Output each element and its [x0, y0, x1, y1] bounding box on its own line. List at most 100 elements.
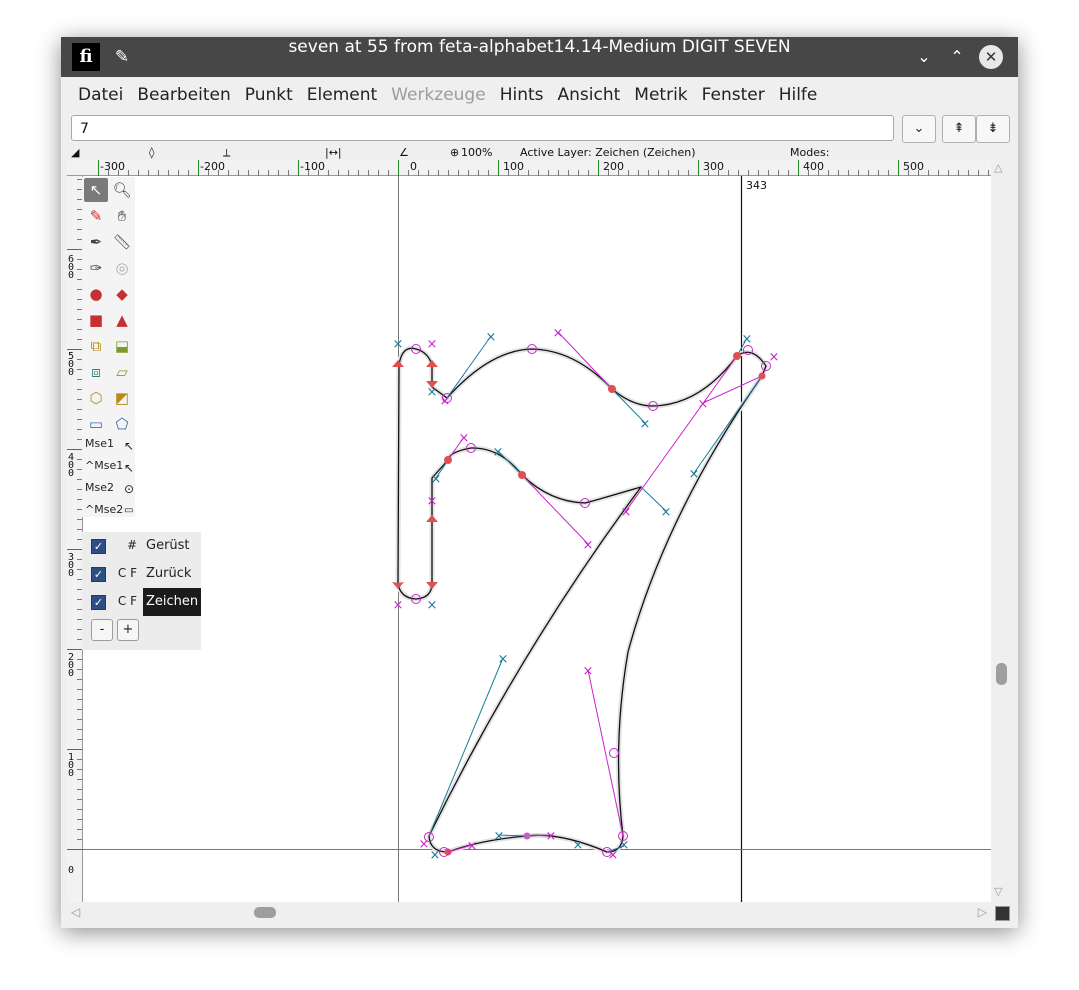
- zoom-level: 100%: [461, 146, 493, 159]
- maximize-icon[interactable]: ⌃: [945, 45, 969, 69]
- ruler-label-0v: 0: [68, 865, 74, 876]
- canvas-background: [67, 160, 991, 902]
- layers-panel: ✓ # Gerüst ✓ C F Zurück ✓ C F Zeichen - …: [82, 532, 202, 650]
- svg-text:×: ×: [583, 538, 594, 553]
- title-bar[interactable]: ﬁ ✎ seven at 55 from feta-alphabet14.14-…: [61, 37, 1018, 77]
- rotate-tool-icon[interactable]: ⬓: [110, 334, 134, 358]
- menu-hints[interactable]: Hints: [493, 85, 551, 105]
- menu-ansicht[interactable]: Ansicht: [551, 85, 628, 105]
- ruler-label-600: 600: [68, 254, 74, 281]
- close-icon[interactable]: ✕: [979, 45, 1003, 69]
- pointer-tool-icon[interactable]: ↖: [84, 178, 108, 202]
- svg-text:×: ×: [498, 652, 509, 667]
- menu-punkt[interactable]: Punkt: [238, 85, 300, 105]
- cursor-position-icon: ◢: [71, 146, 80, 159]
- tangent-point-tool-icon[interactable]: ▲: [110, 308, 134, 332]
- hv-curve-point-tool-icon[interactable]: ◆: [110, 282, 134, 306]
- layer-flags: #: [126, 538, 137, 552]
- curve-point-tool-icon[interactable]: ●: [84, 282, 108, 306]
- next-glyph-button[interactable]: ⇟: [976, 115, 1010, 143]
- corner-point-tool-icon[interactable]: ■: [84, 308, 108, 332]
- menu-fenster[interactable]: Fenster: [695, 85, 772, 105]
- skew-tool-icon[interactable]: ▱: [110, 360, 134, 384]
- svg-text:×: ×: [698, 397, 709, 412]
- freehand-tool-icon[interactable]: ✎: [84, 204, 108, 228]
- ruler-label-0: 0: [410, 160, 417, 173]
- previous-glyph-button[interactable]: ⇞: [942, 115, 976, 143]
- mse1-pointer-icon: ↖: [124, 439, 135, 453]
- layer-row-gerust[interactable]: ✓ # Gerüst: [82, 532, 201, 560]
- layer-visible-checkbox[interactable]: ✓: [91, 567, 106, 582]
- ruler-label-500: 500: [903, 160, 924, 173]
- scroll-left-icon[interactable]: ◁: [71, 905, 80, 919]
- glyph-name-field[interactable]: 7: [71, 115, 894, 141]
- scroll-right-icon[interactable]: ▷: [978, 905, 987, 919]
- ruler-label-m300: -300: [100, 160, 125, 173]
- flip-tool-icon[interactable]: ⧈: [84, 360, 108, 384]
- scroll-hand-tool-icon[interactable]: ✋︎: [110, 204, 134, 228]
- vertical-scrollbar[interactable]: △ ▽: [991, 160, 1011, 902]
- layer-name[interactable]: Zurück: [143, 560, 194, 588]
- menu-metrik[interactable]: Metrik: [627, 85, 694, 105]
- ruler-label-100: 100: [503, 160, 524, 173]
- point-position-icon: ◊: [149, 146, 155, 159]
- ruler-label-m200: -200: [200, 160, 225, 173]
- svg-text:×: ×: [742, 332, 753, 347]
- knife-tool-icon[interactable]: ✒: [84, 230, 108, 254]
- scroll-up-icon[interactable]: △: [994, 161, 1002, 174]
- width-icon: |↔|: [325, 146, 342, 159]
- layer-visible-checkbox[interactable]: ✓: [91, 595, 106, 610]
- svg-text:×: ×: [486, 330, 497, 345]
- pen-tool-icon[interactable]: ✑: [84, 256, 108, 280]
- glyph-canvas[interactable]: -300 -200 -100 0 100 200 300 400 500 600…: [67, 160, 991, 902]
- layer-row-zuruck[interactable]: ✓ C F Zurück: [82, 560, 201, 588]
- ruler-label-400v: 400: [68, 452, 74, 479]
- remove-layer-button[interactable]: -: [91, 619, 113, 641]
- svg-text:×: ×: [419, 837, 430, 852]
- ruler-tool-icon[interactable]: 📏︎: [110, 230, 134, 254]
- scroll-down-icon[interactable]: ▽: [994, 885, 1002, 898]
- svg-text:×: ×: [393, 337, 404, 352]
- polygon-tool-icon[interactable]: ⬠: [110, 412, 134, 436]
- menu-datei[interactable]: Datei: [71, 85, 130, 105]
- ruler-label-100v: 100: [68, 752, 74, 779]
- minimize-icon[interactable]: ⌄: [912, 45, 936, 69]
- layer-name-selected[interactable]: Zeichen: [143, 588, 202, 616]
- perspective-tool-icon[interactable]: ◩: [110, 386, 134, 410]
- svg-text:×: ×: [467, 839, 478, 854]
- corner-grip-icon[interactable]: [995, 906, 1010, 921]
- scale-tool-icon[interactable]: ⧉: [84, 334, 108, 358]
- vertical-scroll-thumb[interactable]: [996, 663, 1007, 685]
- menu-element[interactable]: Element: [300, 85, 384, 105]
- layer-name[interactable]: Gerüst: [143, 532, 193, 560]
- modes-label: Modes:: [790, 146, 830, 159]
- mse2-label: Mse2: [85, 481, 114, 494]
- 3d-rotate-tool-icon[interactable]: ⬡: [84, 386, 108, 410]
- svg-text:×: ×: [553, 326, 564, 341]
- ctrl-mse2-label: ^Mse2: [85, 503, 124, 516]
- glyph-dropdown-button[interactable]: ⌄: [902, 115, 936, 143]
- svg-text:×: ×: [427, 598, 438, 613]
- info-bar: ◢ ◊ ⟂ |↔| ∠ ⊕ 100% Active Layer: Zeichen…: [71, 146, 1013, 160]
- svg-text:×: ×: [621, 505, 632, 520]
- spiro-tool-icon[interactable]: ◎: [110, 256, 134, 280]
- svg-text:×: ×: [393, 598, 404, 613]
- magnify-tool-icon[interactable]: 🔍︎: [110, 178, 134, 202]
- ruler-label-500v: 500: [68, 351, 74, 378]
- svg-text:×: ×: [430, 848, 441, 863]
- horizontal-scroll-thumb[interactable]: [254, 907, 276, 918]
- svg-text:×: ×: [583, 664, 594, 679]
- advance-width-value: 343: [746, 179, 767, 192]
- ctrl-mse1-pointer-icon: ↖: [124, 461, 135, 475]
- svg-text:×: ×: [689, 467, 700, 482]
- add-layer-button[interactable]: +: [117, 619, 139, 641]
- menu-bearbeiten[interactable]: Bearbeiten: [130, 85, 237, 105]
- horizontal-scrollbar[interactable]: ◁ ▷: [67, 902, 991, 922]
- menu-hilfe[interactable]: Hilfe: [772, 85, 825, 105]
- ruler-label-300: 300: [703, 160, 724, 173]
- ruler-label-400: 400: [803, 160, 824, 173]
- tool-palette: ↖ 🔍︎ ✎ ✋︎ ✒ 📏︎ ✑ ◎ ● ◆ ■ ▲ ⧉ ⬓ ⧈ ▱ ⬡ ◩ ▭…: [82, 177, 135, 517]
- rectangle-tool-icon[interactable]: ▭: [84, 412, 108, 436]
- layer-visible-checkbox[interactable]: ✓: [91, 539, 106, 554]
- layer-row-zeichen[interactable]: ✓ C F Zeichen: [82, 588, 202, 616]
